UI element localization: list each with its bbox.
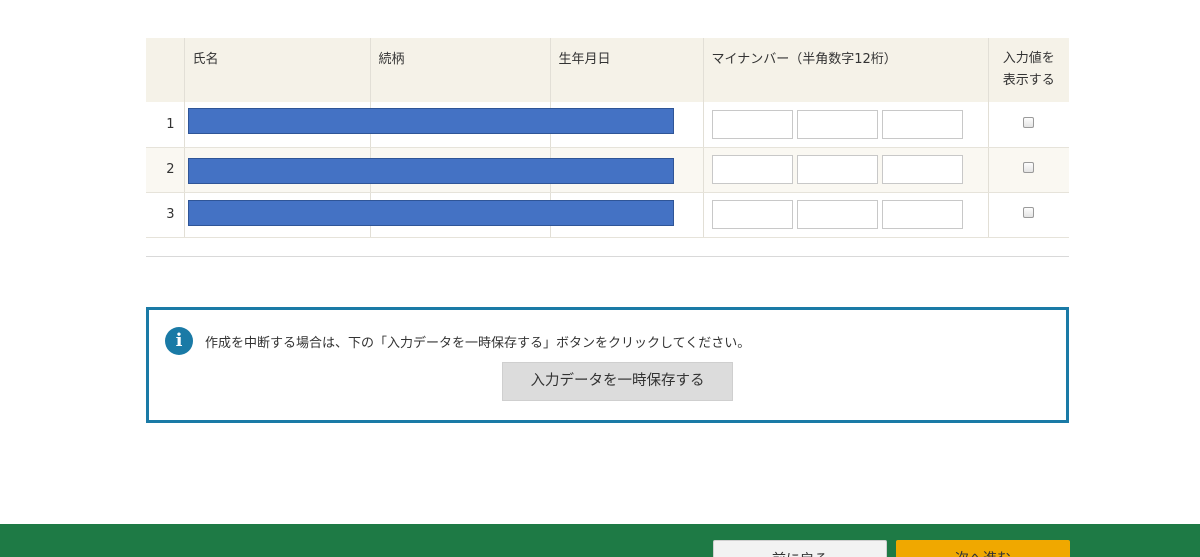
my-number-part3-input[interactable]: [881, 109, 963, 139]
show-values-cell: [987, 102, 1069, 148]
my-number-part1-input[interactable]: [711, 155, 793, 184]
show-values-checkbox[interactable]: [1023, 162, 1035, 173]
name-header: 氏名: [183, 38, 370, 102]
my-number-inputs: [711, 109, 980, 139]
my-number-part3-input[interactable]: [881, 200, 963, 229]
info-box: i 作成を中断する場合は、下の「入力データを一時保存する」ボタンをクリックしてく…: [146, 307, 1069, 423]
my-number-cell: [702, 102, 988, 148]
redaction-bar: [188, 108, 674, 134]
info-message: 作成を中断する場合は、下の「入力データを一時保存する」ボタンをクリックしてくださ…: [205, 336, 751, 351]
row-index: 1: [146, 102, 184, 148]
show-values-cell: [987, 192, 1069, 238]
my-number-part3-input[interactable]: [881, 155, 963, 184]
my-number-part1-input[interactable]: [711, 109, 793, 139]
my-number-part2-input[interactable]: [796, 155, 878, 184]
index-header: [146, 38, 184, 102]
birthdate-header: 生年月日: [549, 38, 703, 102]
my-number-inputs: [711, 155, 980, 184]
page: 氏名 続柄 生年月日 マイナンバー（半角数字12桁） 入力値を 表示する 1 2…: [0, 0, 1200, 557]
redaction-bar: [188, 200, 674, 226]
my-number-header: マイナンバー（半角数字12桁）: [702, 38, 988, 102]
show-values-header-line1: 入力値を: [1002, 51, 1055, 66]
relationship-header: 続柄: [369, 38, 550, 102]
my-number-part2-input[interactable]: [796, 109, 878, 139]
my-number-part2-input[interactable]: [796, 200, 878, 229]
my-number-inputs: [711, 200, 980, 229]
show-values-header-line2: 表示する: [1002, 73, 1055, 88]
next-button[interactable]: 次へ進む: [896, 540, 1070, 557]
show-values-header: 入力値を 表示する: [987, 38, 1069, 102]
row-index: 2: [146, 147, 184, 193]
table-header-row: 氏名 続柄 生年月日 マイナンバー（半角数字12桁） 入力値を 表示する: [146, 38, 1069, 102]
info-icon: i: [165, 327, 193, 355]
divider: [146, 256, 1069, 257]
my-number-cell: [702, 147, 988, 193]
my-number-cell: [702, 192, 988, 238]
show-values-checkbox[interactable]: [1023, 116, 1035, 128]
show-values-checkbox[interactable]: [1023, 207, 1035, 218]
save-temporarily-button[interactable]: 入力データを一時保存する: [502, 362, 733, 401]
back-button[interactable]: 前に戻る: [713, 540, 887, 557]
row-index: 3: [146, 192, 184, 238]
my-number-part1-input[interactable]: [711, 200, 793, 229]
footer-bar: 前に戻る 次へ進む: [0, 524, 1200, 557]
redaction-bar: [188, 158, 674, 184]
show-values-cell: [987, 147, 1069, 193]
